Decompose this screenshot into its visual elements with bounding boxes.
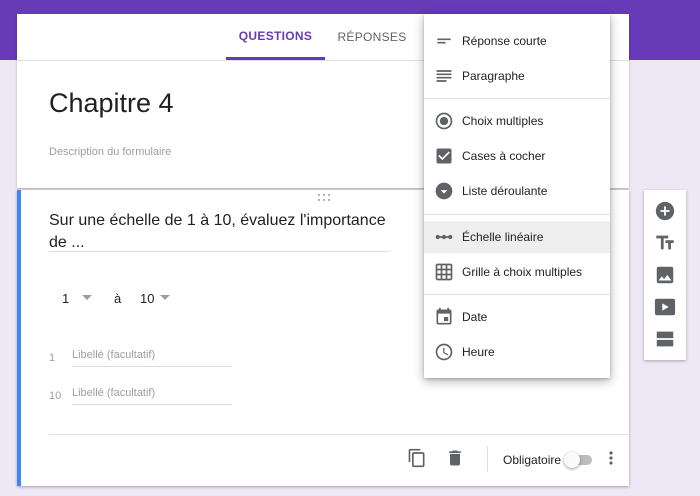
tab-questions[interactable]: QUESTIONS — [226, 14, 325, 60]
menu-separator — [424, 214, 610, 215]
radio-icon — [434, 111, 454, 131]
chevron-down-icon[interactable] — [160, 295, 170, 300]
toggle-knob — [564, 452, 580, 468]
scale-min-select[interactable]: 1 — [62, 291, 69, 307]
menu-item-linear-scale[interactable]: Échelle linéaire — [424, 221, 610, 253]
delete-icon[interactable] — [445, 448, 465, 468]
add-question-icon[interactable] — [654, 200, 676, 222]
menu-item-time[interactable]: Heure — [424, 336, 610, 368]
menu-item-grid[interactable]: Grille à choix multiples — [424, 256, 610, 288]
menu-item-paragraph[interactable]: Paragraphe — [424, 60, 610, 92]
add-title-icon[interactable] — [654, 232, 676, 254]
paragraph-icon — [434, 66, 454, 86]
linear-scale-icon — [434, 227, 454, 247]
label-min-number: 1 — [49, 352, 56, 364]
question-type-menu: Réponse courte Paragraphe Choix multiple… — [424, 14, 610, 378]
tool-panel — [644, 190, 686, 360]
menu-item-label: Cases à cocher — [462, 149, 546, 163]
duplicate-icon[interactable] — [407, 448, 427, 468]
dropdown-icon — [434, 181, 454, 201]
menu-item-label: Date — [462, 310, 488, 324]
tab-responses[interactable]: RÉPONSES — [331, 14, 413, 60]
chevron-down-icon[interactable] — [82, 295, 92, 300]
required-label: Obligatoire — [503, 453, 562, 467]
menu-item-label: Grille à choix multiples — [462, 265, 583, 279]
short-answer-icon — [434, 31, 454, 51]
question-title[interactable]: Sur une échelle de 1 à 10, évaluez l'imp… — [49, 210, 389, 254]
form-description-field[interactable]: Description du formulaire — [49, 146, 171, 158]
menu-item-date[interactable]: Date — [424, 301, 610, 333]
menu-item-label: Paragraphe — [462, 69, 525, 83]
menu-item-label: Liste déroulante — [462, 184, 548, 198]
label-max-input[interactable]: Libellé (facultatif) — [72, 385, 232, 405]
add-image-icon[interactable] — [654, 264, 676, 286]
menu-item-multiple-choice[interactable]: Choix multiples — [424, 105, 610, 137]
label-max-number: 10 — [49, 390, 62, 402]
menu-separator — [424, 294, 610, 295]
calendar-icon — [434, 307, 454, 327]
menu-item-label: Réponse courte — [462, 34, 547, 48]
form-title[interactable]: Chapitre 4 — [49, 88, 174, 119]
more-vert-icon[interactable] — [601, 448, 621, 468]
required-toggle[interactable] — [564, 452, 594, 468]
grid-icon — [434, 262, 454, 282]
scale-max-select[interactable]: 10 — [140, 291, 154, 307]
label-min-input[interactable]: Libellé (facultatif) — [72, 347, 232, 367]
checkbox-icon — [434, 146, 454, 166]
drag-handle-icon[interactable] — [318, 194, 332, 202]
menu-item-label: Choix multiples — [462, 114, 544, 128]
menu-item-label: Heure — [462, 345, 495, 359]
add-video-icon[interactable] — [654, 296, 676, 318]
menu-item-dropdown[interactable]: Liste déroulante — [424, 175, 610, 207]
question-title-underline — [49, 251, 389, 252]
scale-to-label: à — [114, 291, 122, 306]
menu-item-checkboxes[interactable]: Cases à cocher — [424, 140, 610, 172]
add-section-icon[interactable] — [654, 328, 676, 350]
footer-divider — [49, 434, 629, 435]
menu-item-short-answer[interactable]: Réponse courte — [424, 25, 610, 57]
menu-item-label: Échelle linéaire — [462, 230, 544, 244]
clock-icon — [434, 342, 454, 362]
menu-separator — [424, 98, 610, 99]
footer-separator — [487, 446, 488, 472]
